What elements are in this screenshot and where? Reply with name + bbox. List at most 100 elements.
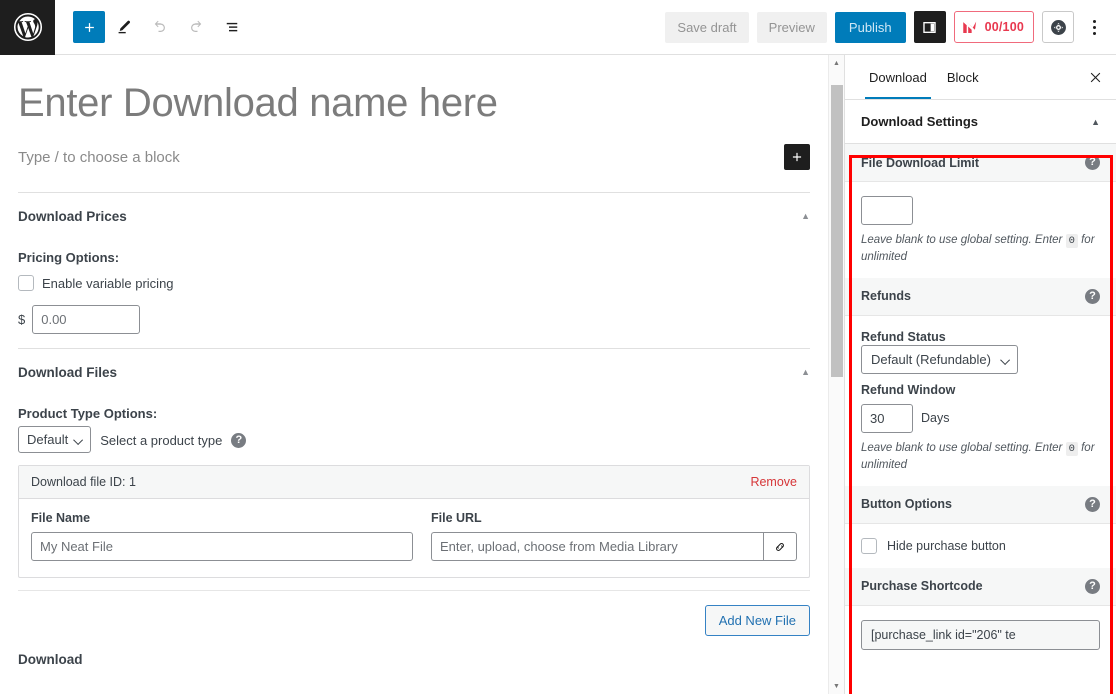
product-type-select[interactable]: Default (18, 426, 91, 453)
caret-up-icon[interactable]: ▲ (801, 365, 810, 377)
download-file-table: Download file ID: 1 Remove File Name Fil… (18, 465, 810, 578)
sidebar-scroll-area: Download Settings ▲ File Download Limit … (845, 100, 1116, 694)
pencil-edit-icon (115, 18, 133, 36)
refunds-section-header: Refunds ? (845, 278, 1116, 316)
download-files-metabox: Download Files ▲ Product Type Options: D… (18, 348, 810, 681)
close-sidebar-button[interactable] (1078, 60, 1112, 94)
save-draft-button[interactable]: Save draft (665, 12, 748, 43)
toolbar-left-group (55, 10, 249, 44)
editor-body: Enter Download name here Type / to choos… (0, 55, 1116, 694)
file-download-limit-description: Leave blank to use global setting. Enter… (861, 232, 1100, 266)
file-download-limit-body: Leave blank to use global setting. Enter… (845, 182, 1116, 278)
download-settings-title: Download Settings (861, 114, 978, 129)
enable-variable-pricing-label: Enable variable pricing (42, 276, 174, 291)
file-url-group (431, 532, 797, 561)
default-block-line: Type / to choose a block (18, 136, 810, 192)
refund-window-label: Refund Window (861, 383, 1100, 397)
toolbar-right-group: Save draft Preview Publish 00/100 (665, 11, 1116, 43)
refund-status-select-wrapper[interactable]: Default (Refundable) (861, 351, 1018, 369)
remove-file-link[interactable]: Remove (750, 475, 797, 489)
list-view-button[interactable] (215, 10, 249, 44)
editor-toolbar: Save draft Preview Publish 00/100 (0, 0, 1116, 55)
enable-variable-pricing-row[interactable]: Enable variable pricing (18, 275, 810, 291)
preview-button[interactable]: Preview (757, 12, 827, 43)
download-prices-metabox: Download Prices ▲ Pricing Options: Enabl… (18, 192, 810, 348)
file-name-input[interactable] (31, 532, 413, 561)
help-question-icon[interactable]: ? (231, 433, 246, 448)
download-file-id-label: Download file ID: 1 (31, 475, 136, 489)
redo-arrow-icon (187, 18, 205, 36)
purchase-shortcode-section-header: Purchase Shortcode ? (845, 568, 1116, 606)
settings-sidebar: Download Block Download Settings ▲ File … (844, 55, 1116, 694)
currency-symbol: $ (18, 312, 25, 327)
file-download-limit-section-header: File Download Limit ? (845, 144, 1116, 182)
tab-block[interactable]: Block (937, 57, 989, 98)
tab-download[interactable]: Download (859, 57, 937, 98)
caret-up-icon[interactable]: ▲ (833, 55, 840, 71)
canvas-scrollbar[interactable]: ▲ ▼ (828, 55, 844, 694)
media-library-button[interactable] (763, 532, 797, 561)
purchase-shortcode-input[interactable] (861, 620, 1100, 650)
refund-window-row: Days (861, 404, 1100, 433)
undo-button[interactable] (143, 10, 177, 44)
add-block-button[interactable] (73, 11, 105, 43)
purchase-shortcode-title: Purchase Shortcode (861, 579, 983, 593)
enable-variable-pricing-checkbox[interactable] (18, 275, 34, 291)
price-input[interactable] (32, 305, 140, 334)
wordpress-logo-icon[interactable] (0, 0, 55, 55)
kebab-menu-icon (1093, 20, 1096, 23)
help-question-icon[interactable]: ? (1085, 497, 1100, 512)
scrollbar-thumb[interactable] (831, 85, 843, 377)
download-settings-panel-header[interactable]: Download Settings ▲ (845, 100, 1116, 144)
description-code-value: 0 (1066, 442, 1078, 456)
caret-up-icon[interactable]: ▲ (801, 209, 810, 221)
post-title-input[interactable]: Enter Download name here (18, 55, 810, 136)
redo-button[interactable] (179, 10, 213, 44)
plugin-options-button[interactable] (1042, 11, 1074, 43)
refund-window-description: Leave blank to use global setting. Enter… (861, 440, 1100, 474)
caret-up-icon[interactable]: ▲ (1091, 117, 1100, 127)
download-prices-header[interactable]: Download Prices ▲ (18, 209, 810, 224)
download-files-title: Download Files (18, 365, 117, 380)
sidebar-toggle-icon (921, 19, 938, 36)
hide-purchase-button-checkbox[interactable] (861, 538, 877, 554)
list-view-icon (223, 18, 241, 36)
rank-math-icon (961, 18, 979, 36)
refund-status-select[interactable]: Default (Refundable) (861, 345, 1018, 374)
help-question-icon[interactable]: ? (1085, 289, 1100, 304)
product-type-select-wrapper[interactable]: Default (18, 431, 91, 449)
file-name-column: File Name (31, 511, 413, 561)
publish-button[interactable]: Publish (835, 12, 906, 43)
caret-down-icon[interactable]: ▼ (833, 678, 840, 694)
file-url-input[interactable] (431, 532, 763, 561)
button-options-title: Button Options (861, 497, 952, 511)
plus-icon (790, 150, 804, 164)
pricing-options-label: Pricing Options: (18, 250, 810, 265)
wordpress-block-editor: Save draft Preview Publish 00/100 (0, 0, 1116, 694)
help-question-icon[interactable]: ? (1085, 155, 1100, 170)
hide-purchase-button-row[interactable]: Hide purchase button (845, 524, 1116, 568)
block-placeholder-text[interactable]: Type / to choose a block (18, 149, 180, 166)
file-download-limit-input[interactable] (861, 196, 913, 225)
more-options-button[interactable] (1082, 11, 1106, 43)
refund-window-days-label: Days (921, 411, 949, 425)
scrollbar-track[interactable] (829, 71, 844, 678)
editor-canvas-wrapper: Enter Download name here Type / to choos… (0, 55, 828, 694)
sidebar-tab-bar: Download Block (845, 55, 1116, 100)
seo-score-badge[interactable]: 00/100 (954, 11, 1034, 43)
refund-status-label: Refund Status (861, 330, 1100, 344)
download-prices-title: Download Prices (18, 209, 127, 224)
download-files-header[interactable]: Download Files ▲ (18, 365, 810, 380)
settings-sidebar-toggle-button[interactable] (914, 11, 946, 43)
chain-link-icon (772, 539, 788, 555)
edit-tool-button[interactable] (107, 10, 141, 44)
refund-window-input[interactable] (861, 404, 913, 433)
file-url-column: File URL (431, 511, 797, 561)
file-download-limit-title: File Download Limit (861, 156, 979, 170)
help-question-icon[interactable]: ? (1085, 579, 1100, 594)
add-new-file-button[interactable]: Add New File (705, 605, 810, 636)
description-text-before: Leave blank to use global setting. Enter (861, 234, 1062, 246)
product-type-row: Default Select a product type ? (18, 431, 810, 449)
block-inserter-button[interactable] (784, 144, 810, 170)
next-metabox-title-cutoff: Download (18, 642, 810, 667)
